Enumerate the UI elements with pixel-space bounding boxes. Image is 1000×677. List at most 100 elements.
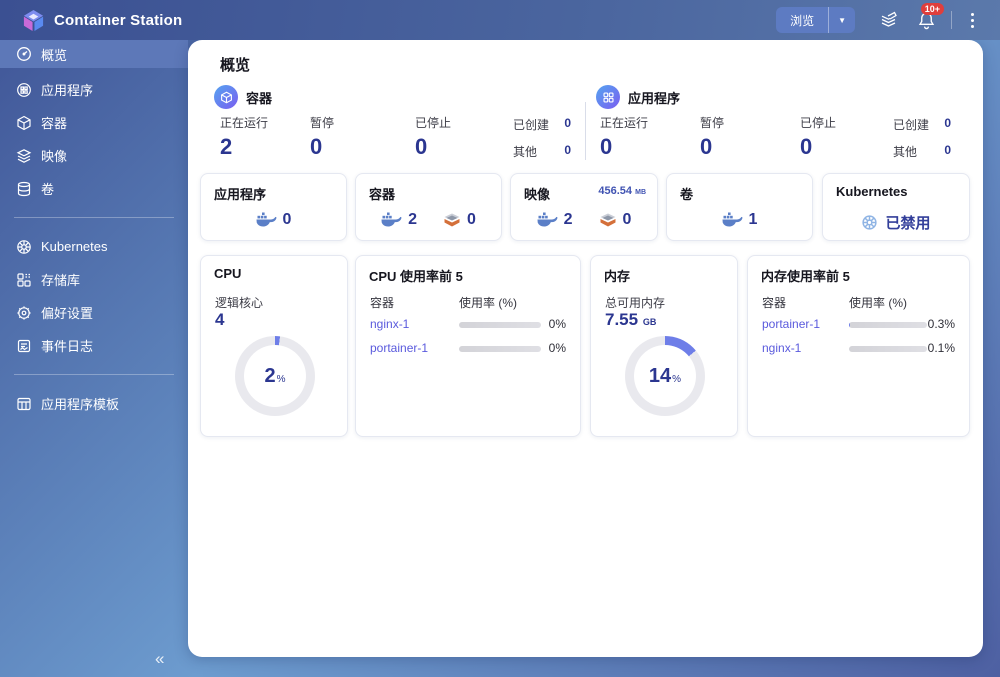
- sidebar-item-label: 概览: [41, 47, 68, 63]
- sidebar-item-label: 映像: [41, 149, 68, 164]
- summary-card-applications[interactable]: 应用程序 0: [200, 173, 347, 241]
- stacked-box-icon: [444, 213, 460, 226]
- stat-apps-mini: 已创建 0 其他 0: [893, 116, 951, 159]
- cpu-cores-label: 逻辑核心: [215, 296, 264, 310]
- docker-whale-icon: [381, 212, 402, 227]
- images-total-size: 456.54 MB: [598, 185, 646, 197]
- summary-card-containers[interactable]: 容器 2 0: [355, 173, 502, 241]
- memory-total-value: 7.55 GB: [605, 310, 657, 329]
- kebab-menu-icon: [970, 12, 974, 28]
- memory-total-label: 总可用内存: [605, 296, 666, 310]
- cpu-cores-value: 4: [215, 310, 225, 329]
- browse-button[interactable]: 浏览: [776, 7, 828, 33]
- usage-bar: [849, 346, 927, 352]
- containers-cube-icon: [214, 85, 238, 109]
- cube-icon: [15, 114, 32, 131]
- stat-containers-mini: 已创建 0 其他 0: [513, 116, 571, 159]
- stat-apps-running: 正在运行 0: [600, 116, 649, 159]
- summary-card-volumes[interactable]: 卷 1: [666, 173, 813, 241]
- stat-apps-paused: 暂停 0: [700, 116, 725, 159]
- kubernetes-status: 已禁用: [823, 212, 969, 233]
- sidebar-divider: [14, 374, 174, 375]
- table-row: portainer-1 0.3%: [762, 317, 955, 331]
- sidebar-item-label: Kubernetes: [41, 239, 108, 254]
- table-row: nginx-1 0.1%: [762, 341, 955, 355]
- log-document-icon: [15, 337, 32, 354]
- topbar-divider: [951, 11, 952, 29]
- page-title: 概览: [220, 57, 251, 74]
- table-row: nginx-1 0%: [370, 317, 566, 331]
- memory-usage-donut: 14 %: [625, 336, 705, 416]
- container-link[interactable]: portainer-1: [762, 317, 820, 331]
- collapse-sidebar-button[interactable]: «: [155, 649, 164, 669]
- registry-blocks-icon: [15, 271, 32, 288]
- sidebar-item-event-logs[interactable]: 事件日志: [0, 329, 188, 362]
- applications-grid-icon: [596, 85, 620, 109]
- sidebar-item-preferences[interactable]: 偏好设置: [0, 296, 188, 329]
- tasks-stack-icon: [881, 11, 897, 27]
- sidebar-item-label: 偏好设置: [41, 306, 94, 321]
- cpu-top5-table-header: 容器 使用率 (%): [370, 296, 517, 310]
- sidebar-item-label: 应用程序: [41, 83, 94, 98]
- main-panel: 概览 容器 正在运行 2 暂停 0 已停止 0 已创建 0 其他 0 应用程序 正在…: [188, 40, 983, 657]
- stat-containers-stopped: 已停止 0: [415, 116, 452, 159]
- sidebar-item-overview[interactable]: 概览: [0, 40, 188, 68]
- memory-top5-card: 内存使用率前 5 容器 使用率 (%) portainer-1 0.3% ngi…: [747, 255, 970, 437]
- usage-bar: [459, 322, 541, 328]
- docker-whale-icon: [537, 212, 558, 227]
- notification-badge: 10+: [920, 3, 944, 15]
- containers-section-label: 容器: [246, 90, 273, 106]
- sidebar-item-label: 存储库: [41, 273, 81, 288]
- sidebar-item-label: 应用程序模板: [41, 397, 120, 412]
- layers-icon: [15, 147, 32, 164]
- sidebar-item-registries[interactable]: 存储库: [0, 263, 188, 296]
- summary-card-images[interactable]: 映像 456.54 MB 2 0: [510, 173, 658, 241]
- chevron-down-icon[interactable]: ▼: [829, 7, 855, 33]
- stacked-box-icon: [600, 213, 615, 226]
- container-link[interactable]: nginx-1: [762, 341, 801, 355]
- database-icon: [15, 180, 32, 197]
- top-bar: Container Station 浏览 ▼ 10+: [0, 0, 1000, 40]
- sidebar: 概览 应用程序 容器 映像 卷 Kubernetes 存储库 偏好设置 事件日志…: [0, 40, 188, 677]
- docker-whale-icon: [256, 212, 277, 227]
- container-link[interactable]: nginx-1: [370, 317, 409, 331]
- cpu-top5-card: CPU 使用率前 5 容器 使用率 (%) nginx-1 0% portain…: [355, 255, 581, 437]
- sidebar-item-label: 容器: [41, 116, 68, 131]
- helm-wheel-icon: [15, 238, 32, 255]
- applications-section-header: 应用程序: [596, 85, 680, 109]
- cpu-card: CPU 逻辑核心 4 2 %: [200, 255, 348, 437]
- gauge-icon: [15, 46, 32, 63]
- containers-section-header: 容器: [214, 85, 272, 109]
- memory-top5-table-header: 容器 使用率 (%): [762, 296, 907, 310]
- sidebar-item-label: 事件日志: [41, 339, 94, 354]
- cpu-usage-donut: 2 %: [235, 336, 315, 416]
- container-link[interactable]: portainer-1: [370, 341, 428, 355]
- memory-card: 内存 总可用内存 7.55 GB 14 %: [590, 255, 738, 437]
- sidebar-item-label: 卷: [41, 182, 55, 197]
- more-options-button[interactable]: [958, 0, 986, 40]
- sidebar-item-images[interactable]: 映像: [0, 139, 188, 172]
- docker-whale-icon: [722, 212, 743, 227]
- apps-circle-icon: [15, 81, 32, 98]
- sidebar-item-app-templates[interactable]: 应用程序模板: [0, 387, 188, 420]
- gear-icon: [15, 304, 32, 321]
- app-title: Container Station: [54, 11, 183, 29]
- sidebar-item-volumes[interactable]: 卷: [0, 172, 188, 205]
- sidebar-divider: [14, 217, 174, 218]
- stats-vertical-divider: [585, 102, 586, 160]
- stat-containers-running: 正在运行 2: [220, 116, 269, 159]
- applications-section-label: 应用程序: [628, 90, 681, 106]
- stat-apps-stopped: 已停止 0: [800, 116, 837, 159]
- usage-bar: [849, 322, 927, 328]
- sidebar-item-applications[interactable]: 应用程序: [0, 73, 188, 106]
- sidebar-item-kubernetes[interactable]: Kubernetes: [0, 230, 188, 263]
- summary-card-kubernetes[interactable]: Kubernetes 已禁用: [822, 173, 970, 241]
- background-tasks-button[interactable]: [869, 0, 907, 40]
- sidebar-item-containers[interactable]: 容器: [0, 106, 188, 139]
- notifications-button[interactable]: 10+: [907, 0, 945, 40]
- stat-containers-paused: 暂停 0: [310, 116, 335, 159]
- usage-bar: [459, 346, 541, 352]
- browse-split-button[interactable]: 浏览 ▼: [776, 7, 855, 33]
- helm-wheel-icon: [862, 215, 878, 230]
- container-station-logo-icon: [23, 9, 44, 31]
